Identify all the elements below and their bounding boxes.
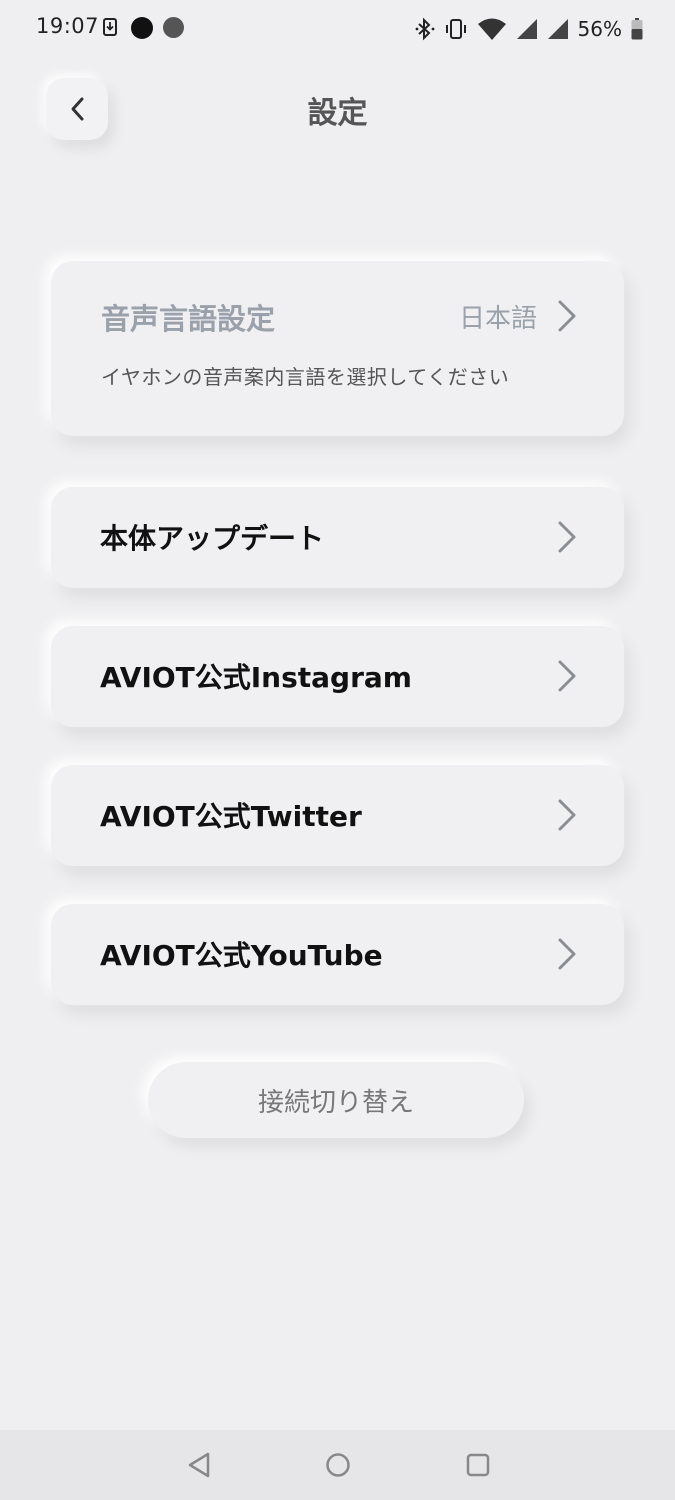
navigation-bar — [0, 1430, 675, 1500]
menu-item-label: AVIOT公式Twitter — [100, 800, 362, 833]
signal-icon — [547, 19, 568, 39]
page-title: 設定 — [307, 96, 368, 131]
menu-item-label: AVIOT公式Instagram — [100, 661, 412, 694]
status-icons: 56% — [415, 14, 643, 44]
battery-icon — [631, 18, 643, 40]
language-setting-card[interactable]: 音声言語設定 日本語 イヤホンの音声案内言語を選択してください — [51, 261, 624, 436]
status-bar: 19:07 56% — [0, 0, 675, 58]
battery-percent: 56% — [577, 17, 622, 41]
status-time: 19:07 — [36, 14, 100, 38]
menu-item-youtube[interactable]: AVIOT公式YouTube — [51, 904, 624, 1005]
language-setting-title: 音声言語設定 — [101, 302, 276, 336]
recents-square-icon[interactable] — [465, 1451, 491, 1479]
menu-item-label: AVIOT公式YouTube — [100, 939, 383, 972]
chevron-right-icon — [558, 938, 576, 970]
wifi-icon — [477, 18, 506, 40]
menu-item-twitter[interactable]: AVIOT公式Twitter — [51, 765, 624, 866]
notification-dot-icon — [163, 17, 184, 38]
chevron-right-icon — [558, 799, 576, 831]
vibrate-icon — [445, 19, 466, 39]
chevron-right-icon — [558, 521, 576, 553]
language-setting-description: イヤホンの音声案内言語を選択してください — [101, 365, 510, 389]
connection-switch-button[interactable]: 接続切り替え — [148, 1062, 524, 1138]
menu-item-label: 本体アップデート — [100, 522, 325, 555]
home-circle-icon[interactable] — [325, 1451, 351, 1479]
download-icon — [103, 18, 117, 36]
menu-item-instagram[interactable]: AVIOT公式Instagram — [51, 626, 624, 727]
chevron-right-icon — [558, 300, 576, 332]
back-triangle-icon[interactable] — [186, 1451, 212, 1479]
signal-icon — [516, 19, 537, 39]
menu-item-firmware-update[interactable]: 本体アップデート — [51, 487, 624, 588]
language-setting-value: 日本語 — [458, 304, 537, 334]
bluetooth-icon — [415, 17, 434, 41]
chevron-right-icon — [558, 660, 576, 692]
notification-dot-icon — [131, 17, 153, 39]
